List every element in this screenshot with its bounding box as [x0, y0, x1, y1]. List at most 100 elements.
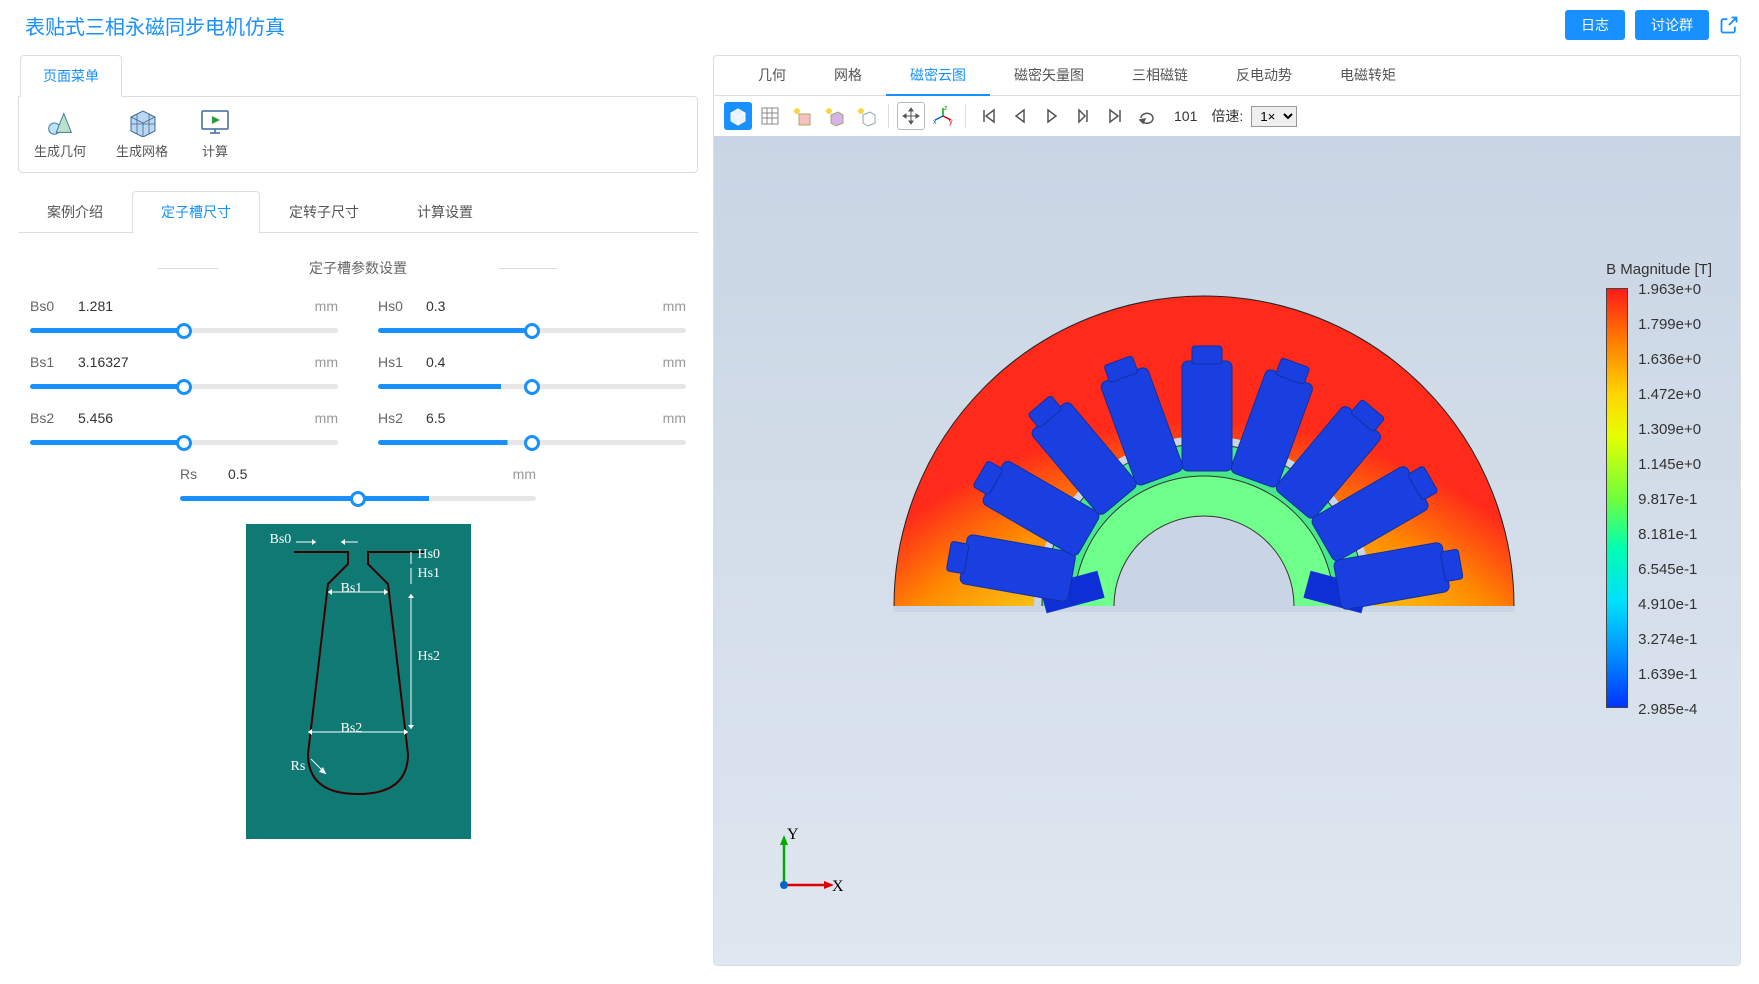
slider-Bs2[interactable] — [30, 440, 338, 445]
param-Hs2: Hs26.5mm — [378, 410, 686, 448]
param-value: 3.16327 — [78, 354, 303, 370]
slider-Hs0[interactable] — [378, 328, 686, 333]
slider-Bs1[interactable] — [30, 384, 338, 389]
viz-tab-mesh[interactable]: 网格 — [810, 56, 886, 95]
next-frame-icon[interactable] — [1070, 102, 1098, 130]
diagram-label-Hs2: Hs2 — [418, 649, 441, 665]
last-frame-icon[interactable] — [1102, 102, 1130, 130]
viewport-3d[interactable]: B Magnitude [T] 1.963e+0 1.799e+0 1.636e… — [714, 136, 1740, 965]
tab-case-intro[interactable]: 案例介绍 — [18, 191, 132, 232]
viz-tab-geom[interactable]: 几何 — [734, 56, 810, 95]
viz-tabs: 几何 网格 磁密云图 磁密矢量图 三相磁链 反电动势 电磁转矩 — [714, 56, 1740, 96]
param-unit: mm — [663, 354, 686, 370]
param-label: Bs0 — [30, 298, 66, 314]
axis-triad-icon: Y X — [764, 825, 844, 905]
svg-text:x: x — [933, 119, 937, 126]
viz-tab-torque[interactable]: 电磁转矩 — [1316, 56, 1420, 95]
slider-Bs0[interactable] — [30, 328, 338, 333]
params-grid: Bs0 1.281 mm Hs0 0.3 mm Bs1 3.16327 mm Hs1 0.4 m… — [18, 298, 698, 504]
param-label: Bs2 — [30, 410, 66, 426]
diagram-label-Hs1: Hs1 — [418, 566, 441, 582]
axes-icon[interactable]: zy x — [929, 102, 957, 130]
cone-sphere-icon — [43, 107, 77, 137]
param-Bs2: Bs2 5.456 mm — [30, 410, 338, 448]
view-3d-icon[interactable] — [724, 102, 752, 130]
motor-field-plot — [854, 286, 1554, 786]
param-unit: mm — [315, 298, 338, 314]
diagram-label-Bs0: Bs0 — [270, 532, 292, 548]
param-unit: mm — [315, 354, 338, 370]
first-frame-icon[interactable] — [974, 102, 1002, 130]
param-unit: mm — [663, 298, 686, 314]
color-legend: B Magnitude [T] 1.963e+0 1.799e+0 1.636e… — [1606, 261, 1712, 708]
ribbon-label: 生成网格 — [116, 141, 168, 160]
diagram-label-Bs2: Bs2 — [341, 721, 363, 737]
light-solid-icon[interactable] — [820, 102, 848, 130]
open-external-icon[interactable] — [1719, 15, 1739, 35]
slider-Hs1[interactable] — [378, 384, 686, 389]
viz-tab-bcloud[interactable]: 磁密云图 — [886, 56, 990, 96]
tab-stator-slot[interactable]: 定子槽尺寸 — [132, 191, 260, 232]
param-label: Rs — [180, 466, 216, 482]
param-Hs1: Hs1 0.4 mm — [378, 354, 686, 392]
legend-title: B Magnitude [T] — [1606, 261, 1712, 278]
compute-monitor-icon — [198, 107, 232, 137]
prev-frame-icon[interactable] — [1006, 102, 1034, 130]
pan-icon[interactable] — [897, 102, 925, 130]
log-button[interactable]: 日志 — [1565, 10, 1625, 40]
ribbon-gen-mesh[interactable]: 生成网格 — [116, 107, 168, 160]
tab-rotor-size[interactable]: 定转子尺寸 — [260, 191, 388, 232]
slider-Hs2[interactable] — [378, 440, 686, 445]
frame-number: 101 — [1166, 108, 1205, 124]
param-value: 5.456 — [78, 410, 303, 426]
param-Hs0: Hs0 0.3 mm — [378, 298, 686, 336]
speed-select[interactable]: 1× — [1251, 106, 1297, 127]
left-panel: 页面菜单 生成几何 — [18, 55, 698, 966]
play-icon[interactable] — [1038, 102, 1066, 130]
app-header: 表贴式三相永磁同步电机仿真 日志 讨论群 — [0, 0, 1759, 55]
viz-toolbar: zyx 101 倍速: 1× — [714, 96, 1740, 136]
settings-tabs: 案例介绍 定子槽尺寸 定转子尺寸 计算设置 — [18, 191, 698, 233]
viz-tab-bvec[interactable]: 磁密矢量图 — [990, 56, 1108, 95]
slot-diagram: Bs0 Bs1 Bs2 Hs0 Hs1 Hs2 Rs — [246, 524, 471, 839]
discuss-button[interactable]: 讨论群 — [1635, 10, 1709, 40]
diagram-label-Bs1: Bs1 — [341, 581, 363, 597]
diagram-label-Hs0: Hs0 — [418, 547, 441, 563]
right-panel: 几何 网格 磁密云图 磁密矢量图 三相磁链 反电动势 电磁转矩 zy x — [713, 55, 1741, 966]
legend-labels: 1.963e+0 1.799e+0 1.636e+0 1.472e+0 1.30… — [1638, 288, 1701, 708]
param-label: Hs0 — [378, 298, 414, 314]
slider-Rs[interactable] — [180, 496, 536, 501]
param-unit: mm — [513, 466, 536, 482]
param-label: Bs1 — [30, 354, 66, 370]
param-label: Hs2 — [378, 410, 414, 426]
viz-tab-flux[interactable]: 三相磁链 — [1108, 56, 1212, 95]
param-value: 0.5 — [228, 466, 501, 482]
param-label: Hs1 — [378, 354, 414, 370]
page-menu-tab[interactable]: 页面菜单 — [20, 55, 122, 97]
section-title: 定子槽参数设置 — [18, 258, 698, 278]
grid-icon[interactable] — [756, 102, 784, 130]
svg-text:y: y — [949, 119, 953, 126]
header-actions: 日志 讨论群 — [1565, 10, 1739, 40]
ribbon-label: 计算 — [202, 141, 228, 160]
param-unit: mm — [315, 410, 338, 426]
light-wire-icon[interactable] — [788, 102, 816, 130]
mesh-cube-icon — [125, 107, 159, 137]
param-value: 0.3 — [426, 298, 651, 314]
param-value: 1.281 — [78, 298, 303, 314]
param-Rs: Rs 0.5 mm — [30, 466, 686, 504]
ribbon-gen-geometry[interactable]: 生成几何 — [34, 107, 86, 160]
ribbon-label: 生成几何 — [34, 141, 86, 160]
ribbon-compute[interactable]: 计算 — [198, 107, 232, 160]
param-value: 6.5 — [426, 410, 651, 426]
diagram-label-Rs: Rs — [291, 759, 306, 775]
ribbon: 生成几何 生成网格 — [18, 96, 698, 173]
light-transparent-icon[interactable] — [852, 102, 880, 130]
svg-text:z: z — [944, 105, 948, 112]
tab-calc-settings[interactable]: 计算设置 — [388, 191, 502, 232]
app-title: 表贴式三相永磁同步电机仿真 — [25, 11, 285, 40]
viz-tab-bemf[interactable]: 反电动势 — [1212, 56, 1316, 95]
loop-icon[interactable] — [1134, 102, 1162, 130]
param-value: 0.4 — [426, 354, 651, 370]
axis-x-label: X — [832, 878, 844, 895]
